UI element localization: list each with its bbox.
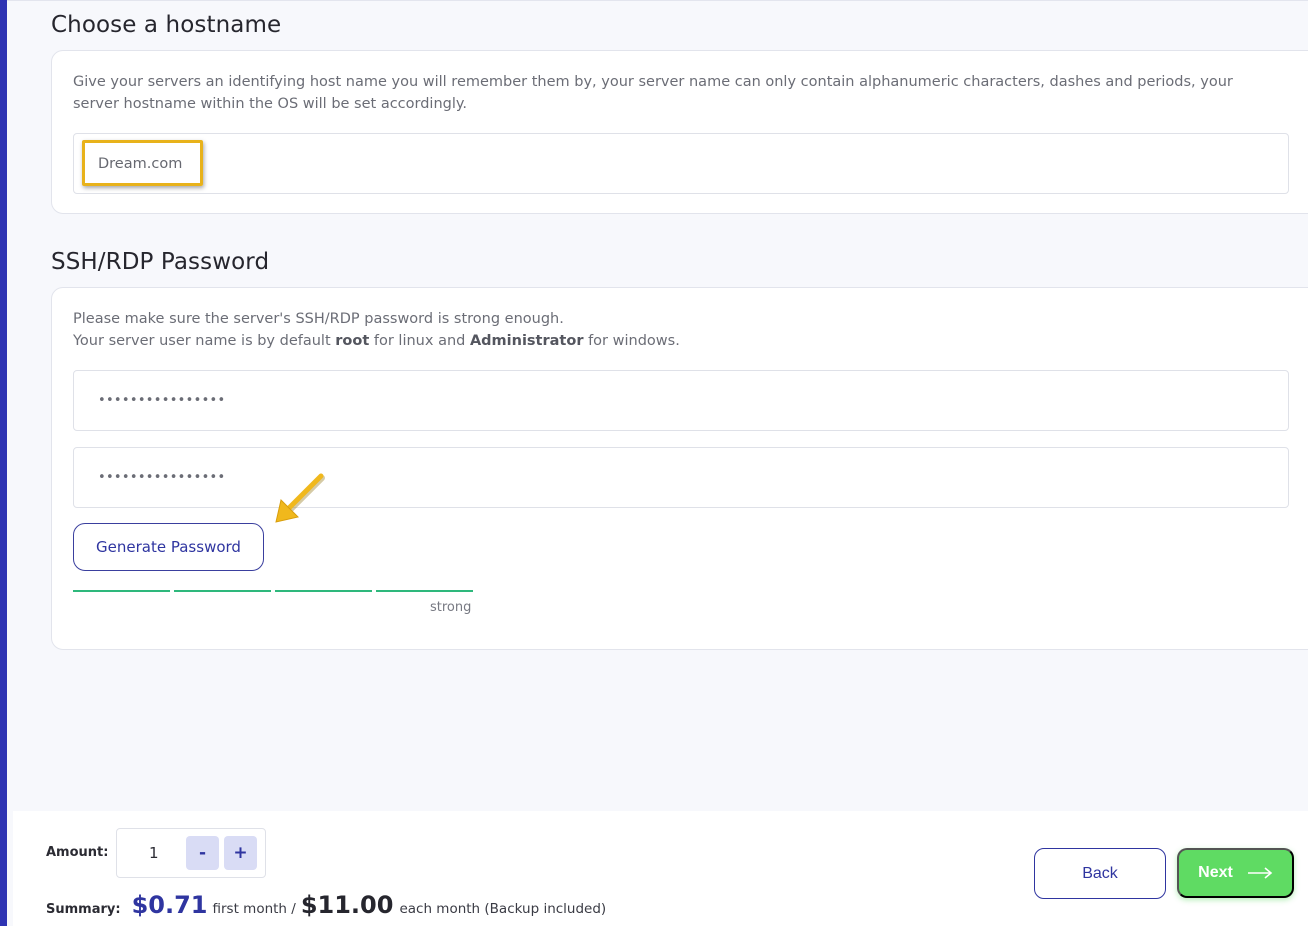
desc-mid: for linux and — [369, 333, 470, 349]
password-description: Please make sure the server's SSH/RDP pa… — [73, 308, 1260, 352]
back-button[interactable]: Back — [1034, 848, 1166, 899]
password-strength-label: strong — [430, 600, 472, 615]
top-divider — [7, 0, 1308, 1]
password-desc-line2: Your server user name is by default root… — [73, 330, 1260, 352]
first-month-text: first month / — [212, 901, 296, 917]
strength-segment — [376, 590, 473, 592]
password-section-title: SSH/RDP Password — [51, 249, 270, 275]
password-desc-line1: Please make sure the server's SSH/RDP pa… — [73, 311, 564, 327]
order-footer: Amount: 1 - + Summary: $0.71 first month… — [13, 811, 1308, 926]
hostname-input[interactable] — [98, 134, 1191, 193]
decrement-button[interactable]: - — [186, 836, 219, 870]
arrow-right-icon — [1247, 867, 1273, 879]
desc-root: root — [335, 333, 370, 349]
left-accent-strip — [0, 0, 7, 926]
strength-segment — [275, 590, 372, 592]
password-mask: •••••••••••••••• — [98, 393, 226, 408]
next-button[interactable]: Next — [1177, 848, 1294, 898]
hostname-description: Give your servers an identifying host na… — [73, 74, 1233, 112]
strength-segment — [73, 590, 170, 592]
strength-segment — [174, 590, 271, 592]
summary-label: Summary: — [46, 902, 121, 917]
amount-label: Amount: — [46, 845, 109, 860]
confirm-password-field[interactable]: •••••••••••••••• — [73, 447, 1289, 508]
desc-admin: Administrator — [469, 333, 584, 349]
increment-button[interactable]: + — [224, 836, 257, 870]
first-month-price: $0.71 — [131, 891, 208, 919]
annotation-arrow-icon — [275, 473, 325, 523]
password-field[interactable]: •••••••••••••••• — [73, 370, 1289, 431]
desc-suffix: for windows. — [583, 333, 680, 349]
password-strength-meter — [73, 590, 473, 592]
price-summary: Summary: $0.71 first month / $11.00 each… — [46, 891, 606, 919]
confirm-password-mask: •••••••••••••••• — [98, 470, 226, 485]
hostname-section-title: Choose a hostname — [51, 12, 282, 38]
desc-prefix: Your server user name is by default — [73, 333, 336, 349]
hostname-field[interactable] — [73, 133, 1289, 194]
password-card: Please make sure the server's SSH/RDP pa… — [51, 287, 1308, 650]
hostname-highlight-annotation — [82, 140, 203, 186]
generate-password-button[interactable]: Generate Password — [73, 523, 264, 571]
next-label: Next — [1198, 864, 1233, 881]
monthly-text: each month (Backup included) — [399, 901, 607, 917]
quantity-value[interactable]: 1 — [149, 829, 159, 877]
quantity-stepper: 1 - + — [116, 828, 266, 878]
monthly-price: $11.00 — [300, 891, 394, 919]
hostname-card: Give your servers an identifying host na… — [51, 50, 1308, 214]
